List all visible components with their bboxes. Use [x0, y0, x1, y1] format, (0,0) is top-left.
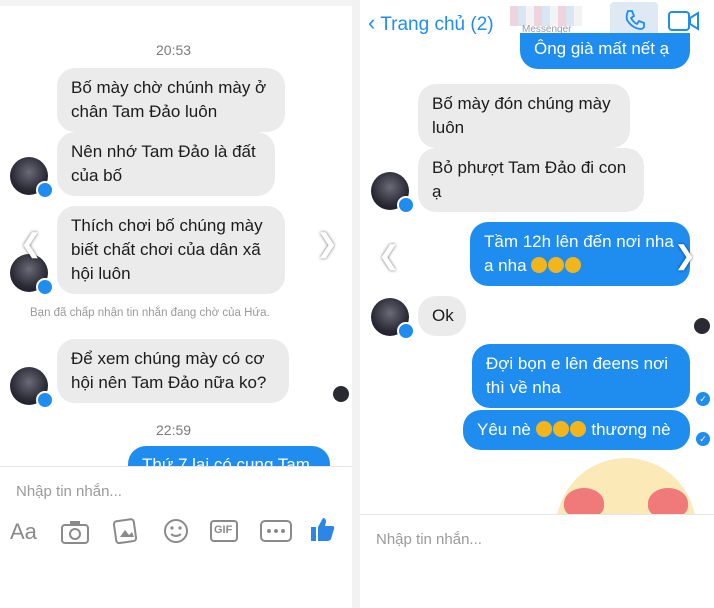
gif-icon[interactable]: GIF [210, 520, 238, 542]
system-notice: Bạn đã chấp nhận tin nhắn đang chờ của H… [30, 307, 270, 319]
message-bubble[interactable]: Thích chơi bố chúng mày biết chất chơi c… [57, 206, 285, 294]
kiss-emoji-icon [569, 421, 586, 437]
top-edge [0, 0, 352, 6]
chevron-left-icon[interactable]: ❮ [20, 228, 42, 259]
composer: Nhập tin nhắn... Aa GIF [0, 466, 352, 608]
kiss-emoji-icon [531, 257, 548, 273]
read-receipt-avatar [333, 386, 349, 402]
camera-icon[interactable] [60, 519, 90, 545]
message-bubble-outgoing[interactable]: Tầm 12h lên đến nơi nha a nha [470, 222, 690, 286]
delivered-check-icon: ✓ [696, 432, 710, 446]
message-bubble[interactable]: Bỏ phượt Tam Đảo đi con ạ [418, 148, 644, 212]
contact-name-blurred [510, 6, 582, 26]
right-screenshot: ‹ Trang chủ (2) Messenger Ông già mất nế… [360, 0, 714, 608]
phone-icon [625, 10, 645, 30]
text-format-icon[interactable]: Aa [10, 519, 37, 545]
messenger-badge-icon [36, 391, 54, 409]
kiss-emoji-icon [552, 421, 569, 437]
gif-label: GIF [214, 524, 233, 536]
gallery-icon[interactable] [112, 517, 140, 545]
chevron-back-icon: ‹ [368, 10, 376, 35]
timestamp: 22:59 [156, 422, 192, 438]
like-icon[interactable] [308, 515, 336, 543]
message-text: thương nè [591, 420, 671, 439]
chevron-right-icon[interactable]: ❯ [674, 240, 696, 271]
delivered-check-icon: ✓ [696, 392, 710, 406]
messenger-badge-icon [36, 181, 54, 199]
more-options-icon[interactable] [260, 520, 292, 542]
back-label: Trang chủ (2) [380, 14, 494, 35]
back-button[interactable]: ‹ Trang chủ (2) [368, 10, 494, 36]
read-receipt-avatar [694, 318, 710, 334]
chevron-left-icon[interactable]: ❮ [378, 240, 400, 271]
kiss-emoji-icon [565, 257, 582, 273]
messenger-badge-icon [36, 278, 54, 296]
messenger-badge-icon [397, 196, 415, 214]
panel-divider [352, 0, 360, 608]
message-bubble-outgoing[interactable]: Đợi bọn e lên đeens nơi thì về nha [472, 344, 690, 408]
message-bubble[interactable]: Bố mày đón chúng mày luôn [418, 84, 630, 148]
video-call-icon[interactable] [668, 10, 700, 32]
timestamp: 20:53 [156, 42, 192, 58]
sticker-icon[interactable] [162, 517, 190, 545]
message-bubble[interactable]: Bố mày chờ chúnh mày ở chân Tam Đảo luôn [57, 68, 285, 132]
left-screenshot: 20:53 Bố mày chờ chúnh mày ở chân Tam Đả… [0, 0, 352, 608]
message-bubble[interactable]: Ok [418, 296, 466, 336]
message-input[interactable]: Nhập tin nhắn... [16, 483, 122, 500]
messenger-badge-icon [397, 322, 415, 340]
composer: Nhập tin nhắn... [360, 514, 714, 608]
message-bubble-outgoing[interactable]: Yêu nè thương nè [463, 410, 690, 450]
kiss-emoji-icon [548, 257, 565, 273]
message-bubble[interactable]: Nên nhớ Tam Đảo là đất của bố [57, 132, 275, 196]
message-bubble[interactable]: Để xem chúng mày có cơ hội nên Tam Đảo n… [57, 339, 289, 403]
kiss-emoji-icon [535, 421, 552, 437]
message-input[interactable]: Nhập tin nhắn... [376, 531, 482, 548]
chevron-right-icon[interactable]: ❯ [316, 228, 338, 259]
message-bubble-outgoing[interactable]: Ông già mất nết ạ [520, 33, 690, 69]
message-text: Yêu nè [477, 420, 531, 439]
